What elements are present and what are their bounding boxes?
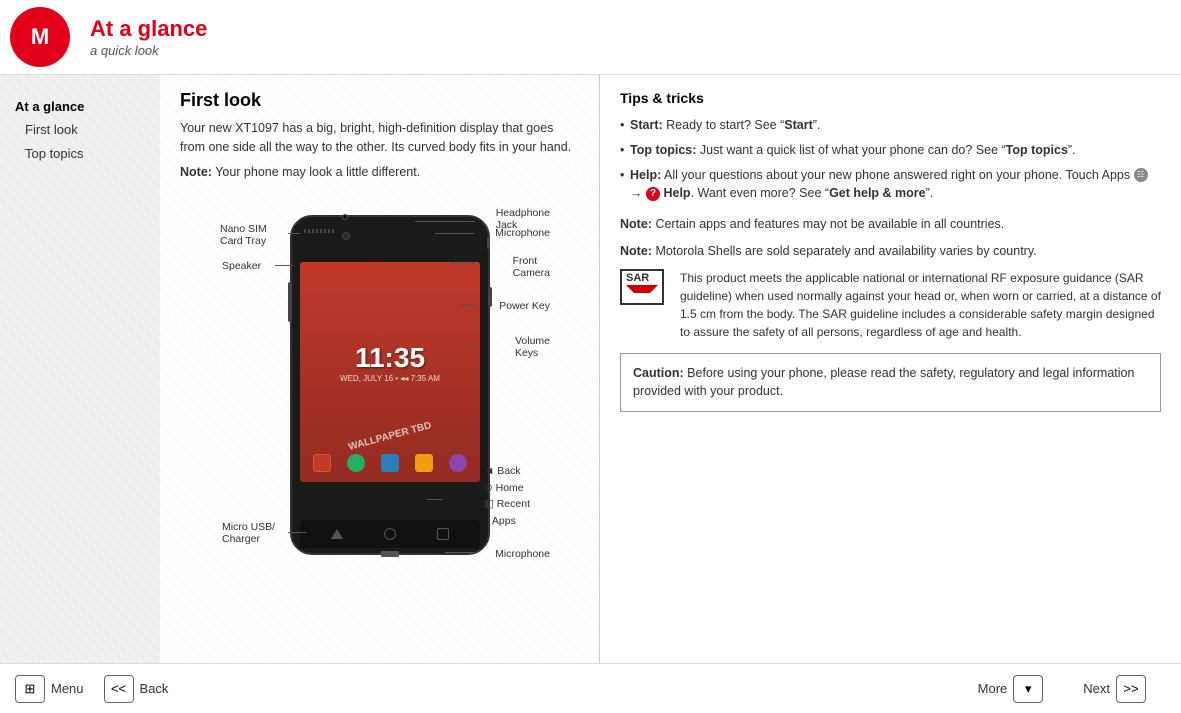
label-front-camera: FrontCamera: [513, 255, 550, 279]
tip-start-link: Start: [784, 118, 812, 132]
motorola-logo: M: [10, 7, 70, 67]
label-nano-sim: Nano SIMCard Tray: [220, 223, 267, 247]
right-panel: Tips & tricks Start: Ready to start? See…: [600, 75, 1181, 663]
tip-help-label: Help:: [630, 168, 661, 182]
label-microphone-top: Microphone: [495, 227, 550, 239]
note1: Note: Certain apps and features may not …: [620, 215, 1161, 234]
back-button[interactable]: << Back: [104, 675, 169, 703]
left-panel: First look Your new XT1097 has a big, br…: [160, 75, 600, 663]
svg-text:M: M: [31, 24, 49, 49]
tip-help-link: Get help & more: [829, 186, 926, 200]
sidebar-item-at-a-glance[interactable]: At a glance: [15, 95, 145, 118]
sar-logo-text: SAR: [620, 269, 664, 305]
caution-label: Caution:: [633, 366, 684, 380]
menu-label: Menu: [51, 681, 84, 696]
sidebar: At a glance First look Top topics: [0, 75, 160, 663]
next-icon: >>: [1116, 675, 1146, 703]
label-micro-usb: Micro USB/Charger: [222, 521, 275, 545]
back-label: Back: [140, 681, 169, 696]
more-label: More: [978, 681, 1008, 696]
header-text: At a glance a quick look: [90, 16, 207, 57]
caution-body: Before using your phone, please read the…: [633, 366, 1134, 399]
note2: Note: Motorola Shells are sold separatel…: [620, 242, 1161, 261]
page-title: At a glance: [90, 16, 207, 42]
more-button[interactable]: More ▾: [978, 675, 1044, 703]
first-look-body: Your new XT1097 has a big, bright, high-…: [180, 119, 579, 157]
caution-box: Caution: Before using your phone, please…: [620, 353, 1161, 413]
more-icon: ▾: [1013, 675, 1043, 703]
label-microphone-bottom: Microphone: [495, 548, 550, 560]
back-icon: <<: [104, 675, 134, 703]
note2-label: Note:: [620, 244, 652, 258]
caution-text: Caution: Before using your phone, please…: [633, 364, 1148, 402]
note1-label: Note:: [620, 217, 652, 231]
phone-diagram: 11:35 WED, JULY 16 • ◂◂ 7:35 AM WALLPAPE…: [220, 205, 560, 565]
phone-date: WED, JULY 16 • ◂◂ 7:35 AM: [340, 374, 440, 383]
header: M At a glance a quick look: [0, 0, 1181, 75]
first-look-note: Note: Your phone may look a little diffe…: [180, 163, 579, 182]
sidebar-item-top-topics[interactable]: Top topics: [15, 142, 145, 165]
next-label: Next: [1083, 681, 1110, 696]
footer-right: More ▾ Next >>: [978, 675, 1166, 703]
sar-section: SAR This product meets the applicable na…: [620, 269, 1161, 341]
note1-text: Certain apps and features may not be ava…: [655, 217, 1004, 231]
tip-start-label: Start:: [630, 118, 663, 132]
label-volume-keys: VolumeKeys: [515, 335, 550, 359]
sidebar-item-first-look[interactable]: First look: [15, 118, 145, 141]
first-look-title: First look: [180, 90, 579, 111]
next-button[interactable]: Next >>: [1083, 675, 1146, 703]
tips-list: Start: Ready to start? See “Start”. Top …: [620, 116, 1161, 203]
help-icon: ?: [646, 187, 660, 201]
tip-top-topics-label: Top topics:: [630, 143, 696, 157]
tip-top-topics-link: Top topics: [1006, 143, 1068, 157]
label-speaker: Speaker: [222, 260, 261, 272]
tip-help: Help: All your questions about your new …: [620, 166, 1161, 204]
tip-top-topics: Top topics: Just want a quick list of wh…: [620, 141, 1161, 160]
page-subtitle: a quick look: [90, 43, 207, 58]
tips-title: Tips & tricks: [620, 90, 1161, 106]
tip-start: Start: Ready to start? See “Start”.: [620, 116, 1161, 135]
sar-text: This product meets the applicable nation…: [680, 269, 1161, 341]
footer: ⊞ Menu << Back More ▾ Next >>: [0, 663, 1181, 713]
apps-icon: ☷: [1134, 168, 1148, 182]
menu-button[interactable]: ⊞ Menu: [15, 675, 84, 703]
note2-text: Motorola Shells are sold separately and …: [655, 244, 1036, 258]
label-power-key: Power Key: [499, 300, 550, 312]
menu-icon: ⊞: [15, 675, 45, 703]
main-content: First look Your new XT1097 has a big, br…: [160, 75, 1181, 663]
label-nav-keys: ◄ Back ⊙ Home ◧ Recent Apps: [484, 463, 530, 530]
phone-time: 11:35: [355, 342, 425, 374]
sar-logo: SAR: [620, 269, 670, 305]
